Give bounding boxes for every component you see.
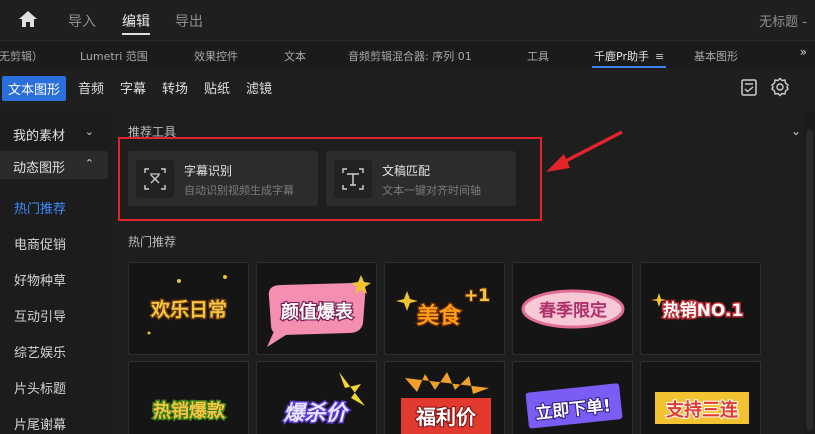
sidebar-my-materials-label: 我的素材 [13, 129, 66, 144]
category-filters[interactable]: 滤镜 [246, 78, 272, 97]
category-audio[interactable]: 音频 [78, 78, 104, 97]
tab-audio-clip-mixer[interactable]: 音频剪辑混合器: 序列 01 [348, 48, 472, 64]
sidebar-item-variety[interactable]: 综艺娱乐 [14, 342, 66, 361]
sticker-tile[interactable]: 热销NO.1 [640, 262, 761, 355]
sidebar-item-interaction[interactable]: 互动引导 [14, 306, 66, 325]
sticker-text: 福利价 [415, 405, 477, 429]
panel-tab-bar: 无剪辑） Lumetri 范围 效果控件 文本 音频剪辑混合器: 序列 01 工… [0, 40, 815, 68]
category-subtitles[interactable]: 字幕 [120, 78, 146, 97]
sticker-tile[interactable]: 热销爆款 [128, 361, 249, 434]
sidebar-item-outro[interactable]: 片尾谢幕 [14, 414, 66, 433]
chevron-down-icon: ⌄ [84, 125, 94, 138]
sticker-text: 热销NO.1 [663, 300, 744, 321]
sidebar-item-recommend[interactable]: 好物种草 [14, 270, 66, 289]
tab-active-underline [592, 66, 667, 68]
sticker-tile[interactable]: 春季限定 [512, 262, 633, 355]
tab-essential-graphics[interactable]: 基本图形 [694, 48, 738, 64]
home-icon[interactable] [18, 9, 38, 29]
sidebar-motion-graphics[interactable]: 动态图形 ⌃ [0, 151, 108, 179]
tab-no-clip[interactable]: 无剪辑） [0, 48, 43, 64]
sticker-text: 颜值爆表 [281, 301, 354, 323]
tab-tools[interactable]: 工具 [527, 48, 549, 64]
sticker-tile[interactable]: 支持三连 [640, 361, 761, 434]
settings-gear-icon[interactable] [770, 77, 790, 97]
highlight-box [118, 137, 542, 221]
category-bar: 文本图形 音频 字幕 转场 贴纸 滤镜 [0, 70, 815, 106]
sidebar: 我的素材 ⌄ 动态图形 ⌃ 热门推荐 电商促销 好物种草 互动引导 综艺娱乐 片… [0, 112, 112, 434]
checklist-icon[interactable] [739, 77, 759, 97]
annotation-arrow-icon [546, 130, 623, 172]
nav-edit[interactable]: 编辑 [122, 11, 150, 35]
sidebar-item-intro-title[interactable]: 片头标题 [14, 378, 66, 397]
sticker-extra-text: +1 [464, 286, 490, 306]
tab-qianlu-label: 千鹿Pr助手 [594, 50, 649, 63]
tab-lumetri-scopes[interactable]: Lumetri 范围 [80, 48, 148, 64]
top-bar: 导入 编辑 导出 无标题 - [0, 0, 815, 38]
panel-menu-icon[interactable]: ≡ [655, 50, 664, 63]
sticker-text: 美食 [417, 303, 462, 329]
category-stickers[interactable]: 贴纸 [204, 78, 230, 97]
sticker-tile[interactable]: 立即下单! [512, 361, 633, 434]
sticker-text: 欢乐日常 [150, 298, 227, 321]
sticker-tile[interactable]: 爆杀价 [256, 361, 377, 434]
sticker-tile[interactable]: 美食 +1 [384, 262, 505, 355]
sidebar-motion-graphics-label: 动态图形 [13, 161, 66, 176]
sticker-text: 支持三连 [665, 399, 739, 421]
sidebar-item-ecommerce[interactable]: 电商促销 [14, 234, 66, 253]
tab-text[interactable]: 文本 [284, 48, 306, 64]
scrollbar-thumb[interactable] [806, 130, 813, 430]
tab-qianlu-assistant[interactable]: 千鹿Pr助手 ≡ [592, 48, 667, 68]
scrollbar[interactable] [803, 112, 815, 434]
chevron-up-icon: ⌃ [84, 157, 94, 170]
hot-recommend-title: 热门推荐 [128, 235, 177, 249]
sticker-tile[interactable]: 颜值爆表 [256, 262, 377, 355]
sticker-tile[interactable]: 福利价 [384, 361, 505, 434]
document-title: 无标题 - [759, 15, 807, 30]
main-content: 推荐工具 ⌄ 字幕识别 自动识别视频生成字幕 文稿匹配 文本一键对齐时间轴 热门… [112, 112, 815, 434]
category-transitions[interactable]: 转场 [162, 78, 188, 97]
nav-export[interactable]: 导出 [175, 11, 203, 31]
sticker-text: 爆杀价 [283, 401, 350, 425]
nav-active-underline [122, 33, 150, 35]
nav-edit-label: 编辑 [122, 14, 150, 30]
sidebar-my-materials[interactable]: 我的素材 ⌄ [0, 119, 108, 147]
sticker-text: 春季限定 [539, 300, 607, 321]
nav-import[interactable]: 导入 [68, 11, 96, 31]
sidebar-item-hot[interactable]: 热门推荐 [14, 198, 66, 217]
tab-effect-controls[interactable]: 效果控件 [194, 48, 238, 64]
expand-panels-icon[interactable]: » [800, 45, 807, 59]
app-window: 导入 编辑 导出 无标题 - 无剪辑） Lumetri 范围 效果控件 文本 音… [0, 0, 815, 434]
category-text-graphics[interactable]: 文本图形 [2, 76, 67, 101]
sticker-text: 热销爆款 [153, 400, 226, 422]
sticker-tile[interactable]: 欢乐日常 [128, 262, 249, 355]
collapse-chevron-icon[interactable]: ⌄ [791, 124, 801, 138]
